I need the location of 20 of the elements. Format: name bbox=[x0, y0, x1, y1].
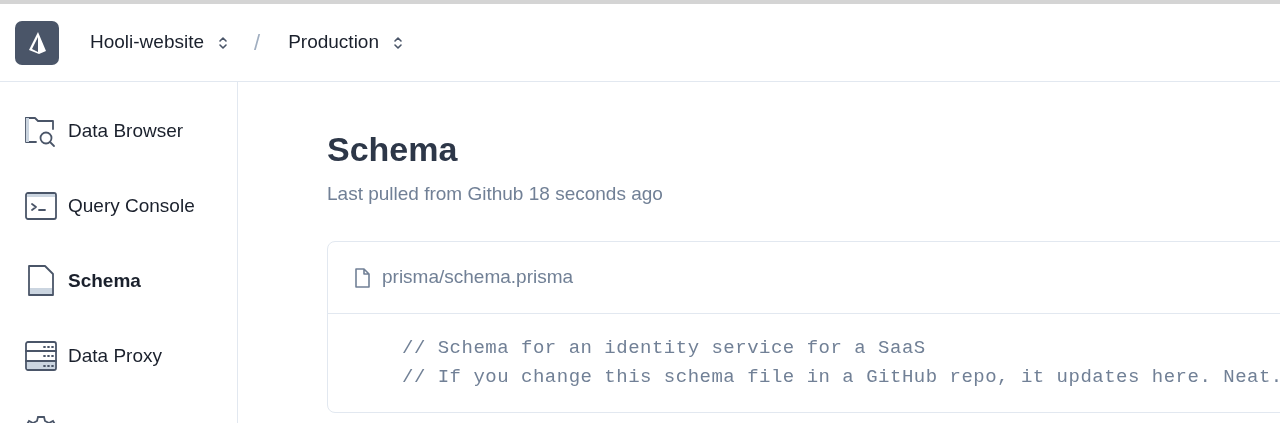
sidebar-item[interactable]: Data Browser bbox=[24, 114, 237, 148]
breadcrumb-separator: / bbox=[254, 29, 261, 57]
sidebar-item[interactable]: Query Console bbox=[24, 189, 237, 223]
sidebar-item[interactable]: Schema bbox=[24, 264, 237, 298]
page-subtitle: Last pulled from Github 18 seconds ago bbox=[327, 182, 664, 206]
file-name: prisma/schema.prisma bbox=[382, 265, 574, 290]
page-title: Schema bbox=[327, 129, 459, 169]
breadcrumb-dropdown[interactable]: Hooli-website bbox=[90, 28, 229, 57]
file-icon bbox=[354, 267, 370, 288]
server-icon bbox=[24, 339, 58, 373]
app-logo[interactable] bbox=[15, 20, 59, 65]
terminal-icon bbox=[24, 189, 58, 223]
folder-search-icon bbox=[24, 114, 58, 148]
chevron-up-down-icon bbox=[218, 34, 229, 51]
code-line: // If you change this schema file in a GitHub repo, it updates here. Neat. bbox=[402, 365, 1280, 390]
code-line: // Schema for an identity service for a SaaS bbox=[402, 336, 927, 361]
prism-logo-icon bbox=[27, 30, 47, 55]
sidebar-item[interactable]: Data Proxy bbox=[24, 339, 237, 373]
chevron-up-down-icon bbox=[393, 34, 403, 51]
breadcrumb-dropdown[interactable]: Production bbox=[288, 28, 403, 57]
